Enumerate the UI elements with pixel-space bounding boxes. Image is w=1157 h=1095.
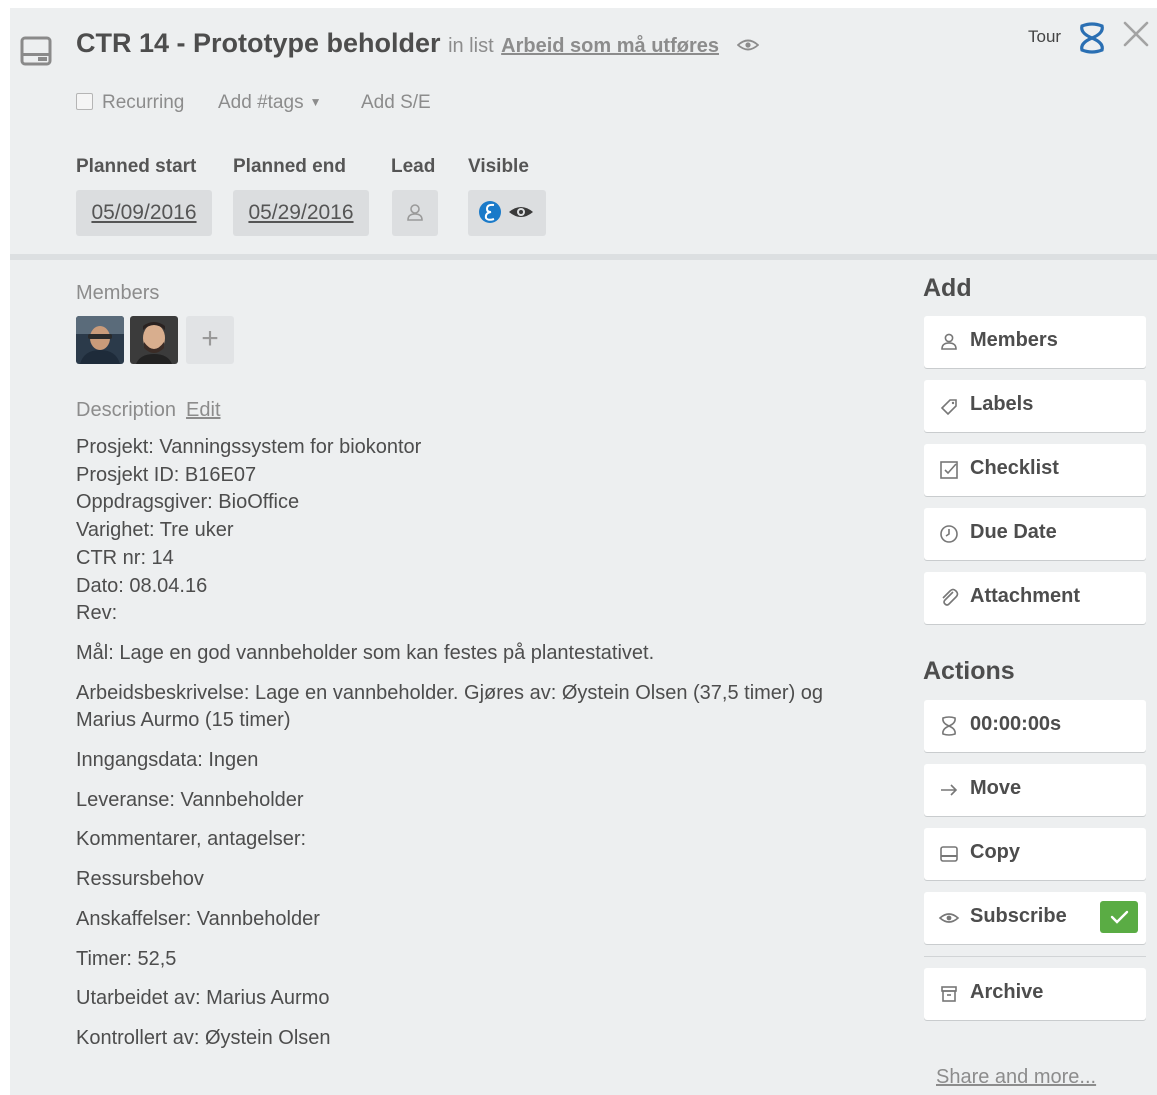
planned-end-label: Planned end [233,156,346,177]
paperclip-icon [942,588,959,606]
checklist-icon [940,461,958,479]
actions-separator [924,956,1146,957]
visibility-selector[interactable] [468,190,546,236]
recurring-checkbox[interactable] [76,93,93,110]
card-title[interactable]: CTR 14 - Prototype beholder [76,28,441,58]
add-members-label: Members [970,329,1058,351]
person-icon [941,333,957,350]
description-text: Prosjekt: Vanningssystem for biokontor P… [76,434,856,1053]
card-header: CTR 14 - Prototype beholder in list Arbe… [10,8,1157,254]
description-paragraph: Arbeidsbeskrivelse: Lage en vannbeholder… [76,681,824,732]
share-and-more-link[interactable]: Share and more... [936,1066,1096,1089]
member-avatar[interactable] [130,316,178,364]
subscribe-label: Subscribe [970,905,1067,927]
add-checklist-label: Checklist [970,457,1059,479]
description-line: Prosjekt: Vanningssystem for biokontor [76,436,422,458]
close-icon[interactable] [1122,20,1150,48]
clock-icon [940,525,958,543]
description-paragraph: Inngangsdata: Ingen [76,749,259,772]
recurring-option[interactable]: Recurring [76,92,184,114]
lead-selector[interactable] [392,190,438,236]
list-name-link[interactable]: Arbeid som må utføres [501,35,719,57]
timer-label: 00:00:00s [970,713,1062,735]
description-paragraph: Kontrollert av: Øystein Olsen [76,1026,331,1049]
description-paragraph: Timer: 52,5 [76,947,177,970]
subscribe-button[interactable]: Subscribe [924,892,1146,944]
lead-label: Lead [391,156,436,177]
card-icon [20,36,52,66]
add-members-button[interactable]: Members [924,316,1146,368]
visible-label: Visible [468,156,529,177]
add-attachment-button[interactable]: Attachment [924,572,1146,624]
planned-end-date[interactable]: 05/29/2016 [233,190,369,236]
add-labels-button[interactable]: Labels [924,380,1146,432]
description-line: Varighet: Tre uker [76,519,234,542]
timer-icon [942,716,956,736]
members-label: Members [76,282,160,304]
move-label: Move [970,777,1022,799]
description-paragraph: Kommentarer, antagelser: [76,828,307,851]
subscribed-check-badge [1100,901,1138,933]
tour-logo-icon[interactable] [1074,20,1110,56]
add-se-button[interactable]: Add S/E [361,92,431,114]
recurring-label: Recurring [102,92,185,113]
description-line: CTR nr: 14 [76,546,174,569]
add-member-button[interactable]: + [186,316,234,364]
edit-description-link[interactable]: Edit [186,399,220,421]
add-checklist-button[interactable]: Checklist [924,444,1146,496]
add-tags-label: Add #tags [218,92,304,113]
description-paragraph: Utarbeidet av: Marius Aurmo [76,987,330,1010]
header-divider [10,254,1157,260]
description-line: Rev: [76,602,118,625]
card-icon [940,846,958,862]
copy-button[interactable]: Copy [924,828,1146,880]
planned-start-date[interactable]: 05/09/2016 [76,190,212,236]
description-paragraph: Leveranse: Vannbeholder [76,788,304,811]
archive-icon [941,986,957,1002]
move-button[interactable]: Move [924,764,1146,816]
visibility-badge-icon [479,201,533,223]
tag-icon [940,399,957,416]
add-due-date-label: Due Date [970,521,1057,543]
planned-start-label: Planned start [76,156,197,177]
add-labels-label: Labels [970,393,1034,415]
archive-button[interactable]: Archive [924,968,1146,1020]
add-tags-dropdown[interactable]: Add #tags ▼ [218,92,321,114]
description-paragraph: Mål: Lage en god vannbeholder som kan fe… [76,641,655,664]
actions-heading: Actions [923,657,1015,685]
caret-down-icon: ▼ [309,95,322,109]
timer-button[interactable]: 00:00:00s [924,700,1146,752]
description-paragraph: Ressursbehov [76,868,204,891]
card-title-row: CTR 14 - Prototype beholder in list Arbe… [76,28,759,59]
description-header-block: Prosjekt: Vanningssystem for biokontor P… [76,434,856,628]
description-line: Prosjekt ID: B16E07 [76,463,257,486]
description-line: Dato: 08.04.16 [76,574,208,597]
in-list-prefix: in list [448,35,494,57]
description-line: Oppdragsgiver: BioOffice [76,491,300,514]
member-avatar[interactable] [76,316,124,364]
add-due-date-button[interactable]: Due Date [924,508,1146,560]
checkmark-icon [1110,910,1129,924]
eye-icon [938,913,960,923]
add-heading: Add [923,274,972,302]
arrow-right-icon [941,784,958,796]
add-attachment-label: Attachment [970,585,1081,607]
description-label: Description [76,399,177,421]
description-header: Description Edit [76,399,221,422]
tour-link[interactable]: Tour [1028,27,1061,47]
card-detail-window: CTR 14 - Prototype beholder in list Arbe… [10,8,1157,1095]
copy-label: Copy [970,841,1020,863]
archive-label: Archive [970,981,1044,1003]
eye-icon [736,39,759,51]
person-icon [407,204,423,221]
description-paragraph: Anskaffelser: Vannbeholder [76,907,320,930]
